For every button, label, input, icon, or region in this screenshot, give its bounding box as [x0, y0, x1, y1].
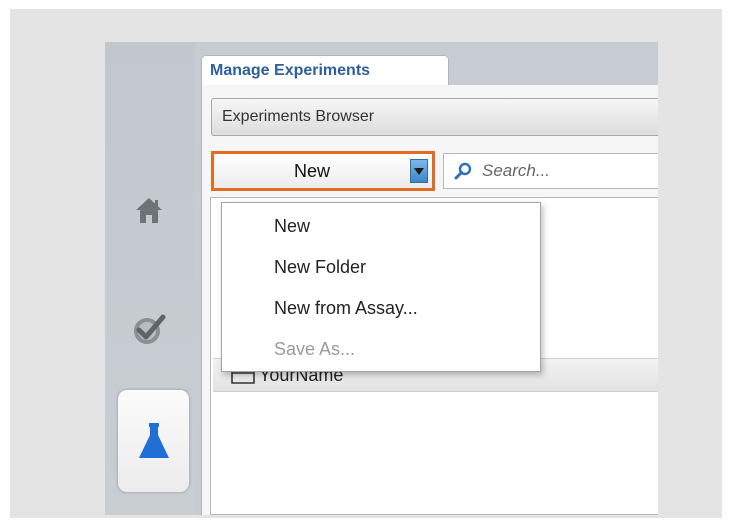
- browser-title: Experiments Browser: [222, 108, 375, 125]
- chevron-down-icon: [414, 167, 424, 175]
- new-dropdown-menu: New New Folder New from Assay... Save As…: [221, 202, 541, 372]
- experiments-browser-header: Experiments Browser: [211, 98, 658, 136]
- sidebar-item-checklist[interactable]: [129, 310, 169, 350]
- new-split-button[interactable]: New: [211, 151, 435, 191]
- flask-icon: [138, 423, 169, 458]
- checkmark-icon: [134, 314, 166, 344]
- new-button-label[interactable]: New: [214, 154, 410, 188]
- home-icon: [136, 198, 162, 223]
- search-icon: [454, 162, 472, 180]
- screenshot-frame: Manage Experiments Experiments Browser N…: [10, 9, 722, 518]
- tab-manage-experiments[interactable]: Manage Experiments: [201, 55, 449, 85]
- sidebar: [105, 42, 195, 515]
- menu-item-save-as: Save As...: [274, 339, 356, 359]
- toolbar: New: [211, 151, 658, 191]
- sidebar-item-home[interactable]: [129, 190, 169, 230]
- search-input[interactable]: [480, 160, 644, 182]
- menu-item-new[interactable]: New: [222, 206, 540, 247]
- search-box[interactable]: [443, 153, 658, 189]
- menu-item-new-from-assay[interactable]: New from Assay...: [222, 288, 540, 329]
- menu-item-new-folder[interactable]: New Folder: [222, 247, 540, 288]
- new-dropdown-arrow[interactable]: [410, 159, 428, 183]
- sidebar-item-experiments[interactable]: [117, 389, 190, 493]
- tab-title: Manage Experiments: [210, 61, 371, 79]
